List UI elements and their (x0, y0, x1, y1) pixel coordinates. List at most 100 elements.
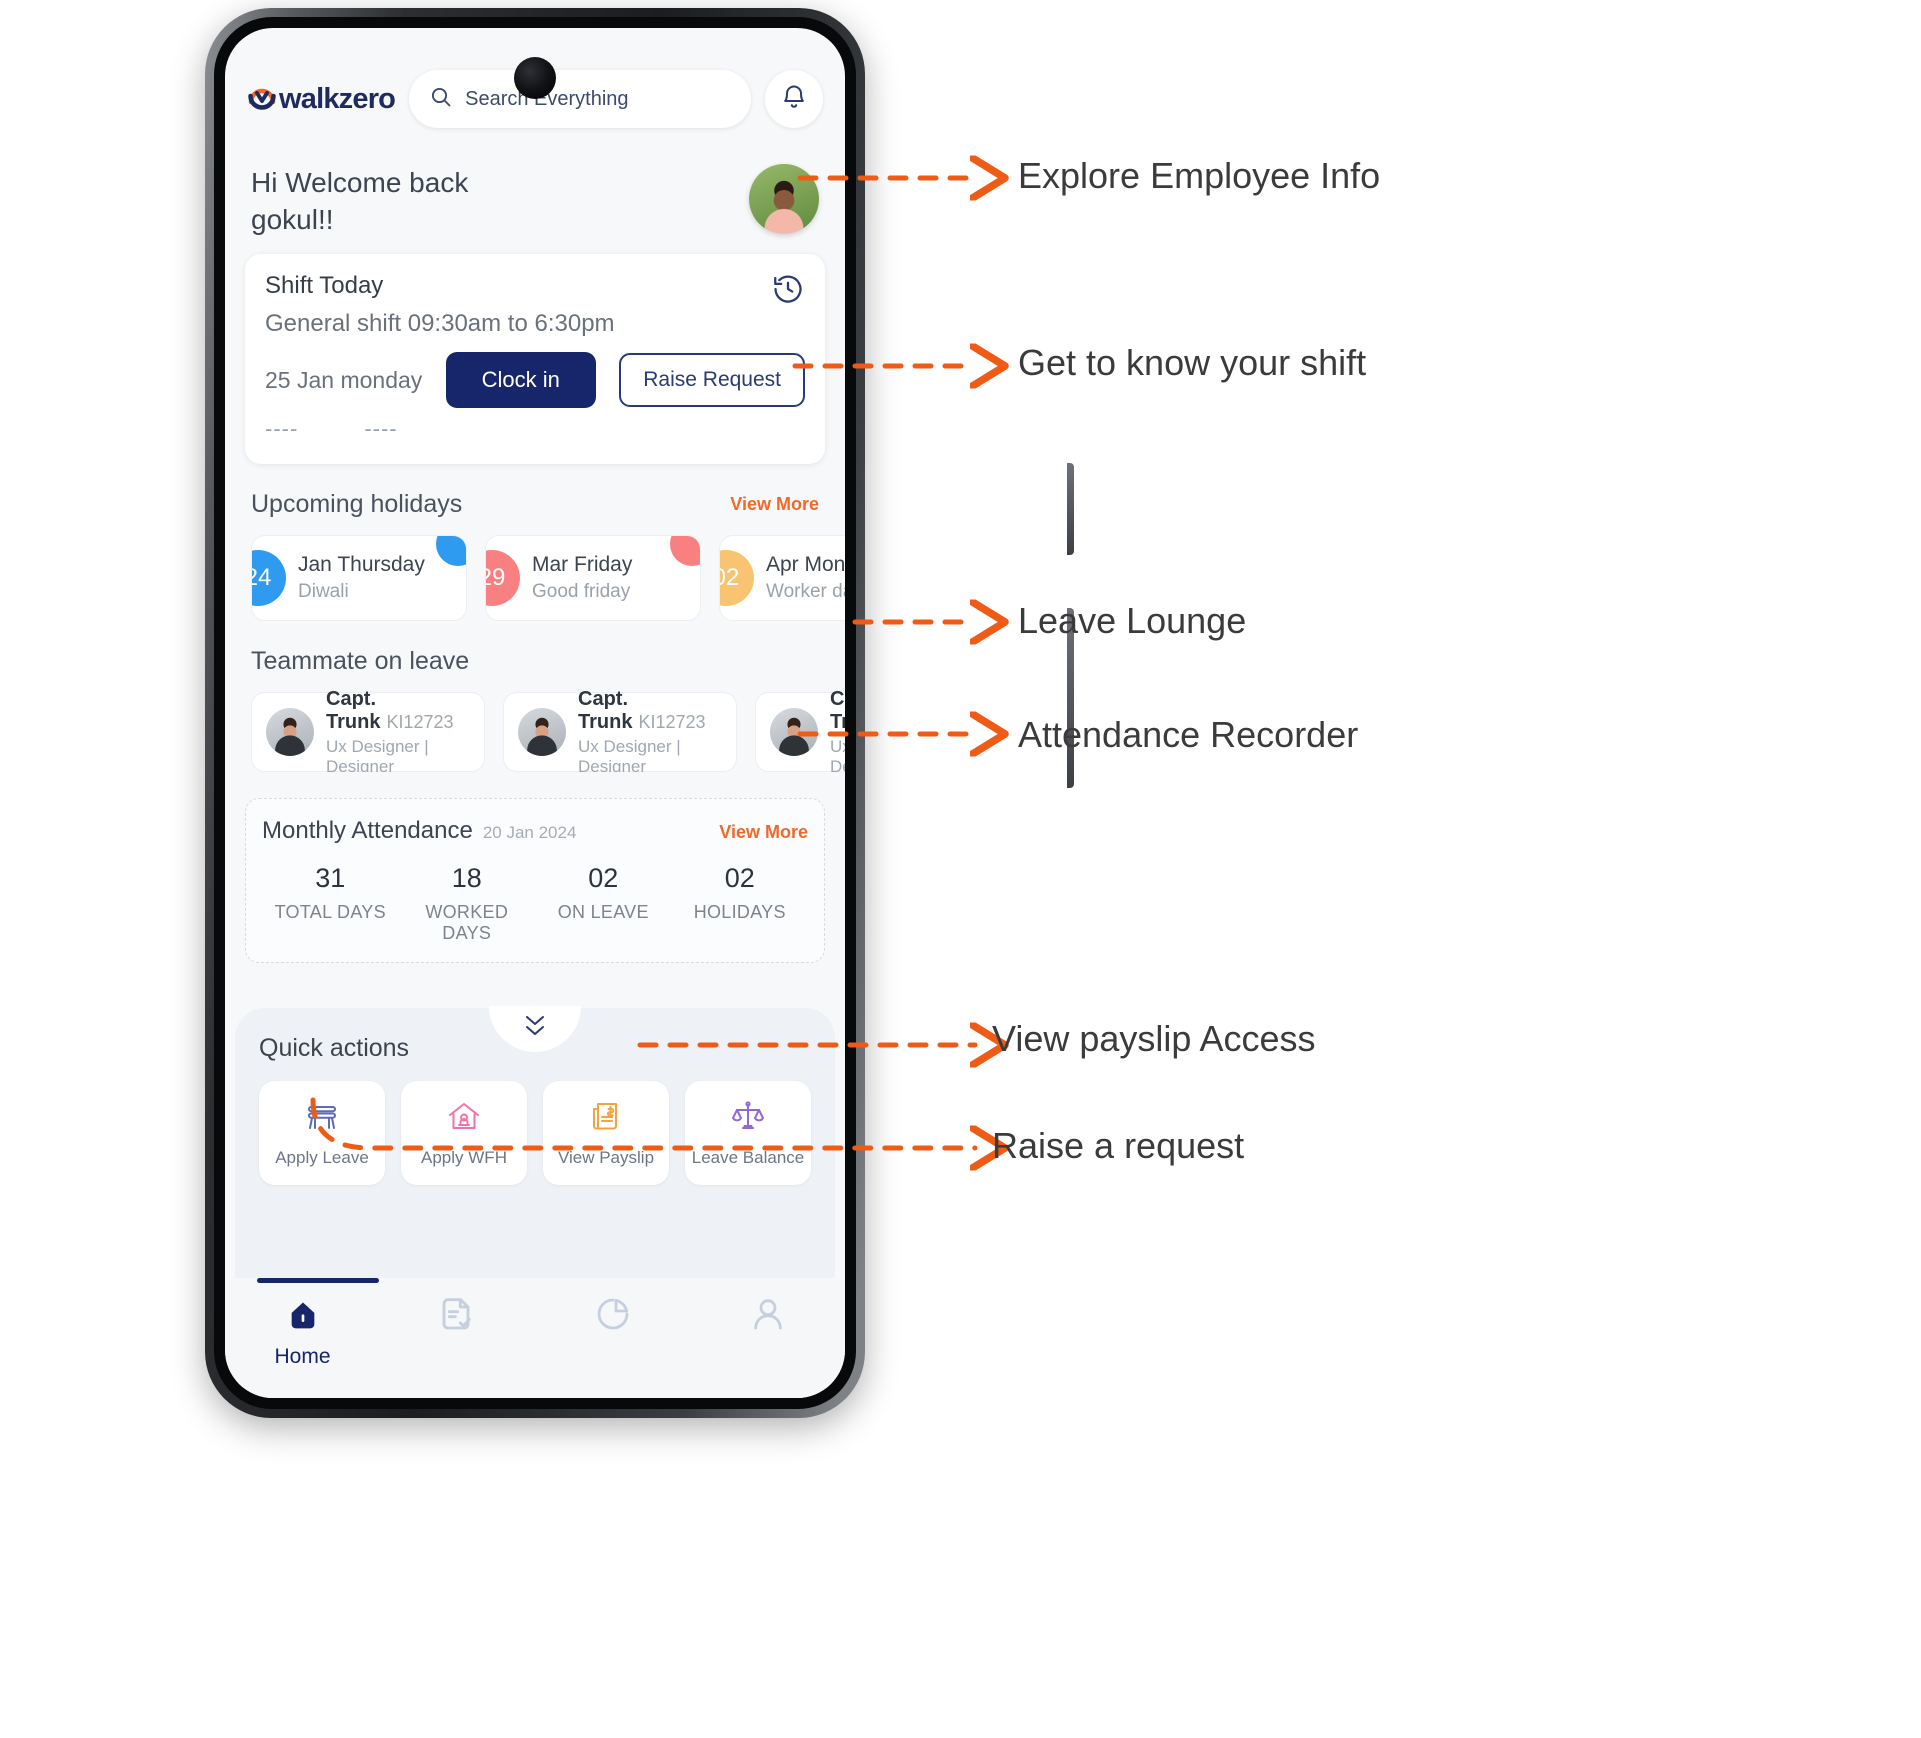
attendance-stat-label: ON LEAVE (557, 902, 649, 923)
holiday-day-number: 02 (720, 564, 740, 592)
device-side-button-volume[interactable] (1067, 463, 1074, 555)
payslip-icon (586, 1098, 626, 1139)
clock-in-button[interactable]: Clock in (445, 352, 596, 409)
holiday-date-label: Jan Thursday (298, 553, 425, 577)
quick-action-apply-wfh[interactable]: Apply WFH (401, 1081, 527, 1185)
holiday-day-badge: 02 (720, 550, 754, 607)
teammates-carousel[interactable]: Capt. Trunk KI12723 Ux Designer | Designe… (225, 676, 845, 773)
clock-in-time-placeholder: ---- (265, 416, 299, 442)
search-input[interactable]: Search Everything (409, 70, 751, 128)
nav-item-home[interactable]: Home (225, 1278, 380, 1369)
clock-out-time-placeholder: ---- (364, 416, 398, 442)
attendance-stat: 02 ON LEAVE (535, 863, 672, 944)
holiday-corner-dot (670, 536, 700, 567)
teammate-name: Capt. Trunk (830, 687, 845, 733)
quick-actions-grid: Apply Leave Apply WFH View Payslip Leave… (259, 1081, 811, 1185)
active-tab-indicator (257, 1278, 379, 1283)
attendance-title: Monthly Attendance (262, 817, 473, 845)
annotation-label-employee-info: Explore Employee Info (1018, 155, 1381, 196)
teammate-id: KI12723 (638, 711, 706, 732)
attendance-stat: 31 TOTAL DAYS (262, 863, 399, 944)
teammate-card[interactable]: Capt. TrunkKI12723 Ux Designer | Designe… (251, 688, 485, 773)
bench-icon (302, 1098, 342, 1139)
teammates-title: Teammate on leave (251, 647, 470, 676)
bell-icon (780, 83, 808, 116)
attendance-stats: 31 TOTAL DAYS 18 WORKED DAYS 02 ON LEAVE (262, 863, 808, 944)
device-side-button-power[interactable] (1067, 608, 1074, 788)
nav-item-label: Home (274, 1345, 331, 1368)
holiday-name: Diwali (298, 581, 349, 603)
holiday-day-badge: 29 (486, 550, 520, 607)
attendance-date: 20 Jan 2024 (482, 823, 577, 843)
teammates-section-header: Teammate on leave (225, 621, 845, 676)
teammate-avatar (770, 708, 818, 757)
front-camera-punchhole (514, 57, 556, 99)
nav-item-requests[interactable] (380, 1294, 535, 1345)
person-icon (748, 1294, 788, 1339)
scales-icon (728, 1098, 768, 1139)
teammate-avatar (518, 708, 566, 757)
shift-today-card: Shift Today General shift 09:30am to 6:3… (245, 254, 825, 465)
shift-date: 25 Jan monday (265, 366, 423, 393)
teammate-card[interactable]: Capt. TrunkKI12723 Ux Designer | Designe… (755, 688, 845, 773)
search-icon (429, 85, 453, 114)
phone-device: walkzero Search Everything Hi Welcome ba… (205, 8, 1074, 1418)
holiday-day-number: 29 (486, 564, 506, 592)
bottom-navigation: Home (225, 1278, 845, 1398)
greeting-line-1: Hi Welcome back (251, 167, 469, 198)
attendance-stat-label: WORKED DAYS (425, 902, 509, 944)
holiday-name: Good friday (532, 581, 631, 603)
teammate-id: KI12723 (386, 711, 454, 732)
attendance-stat-label: HOLIDAYS (693, 902, 786, 923)
greeting-text: Hi Welcome back gokul!! (251, 164, 468, 238)
quick-action-leave-balance[interactable]: Leave Balance (685, 1081, 811, 1185)
clock-history-icon[interactable] (771, 272, 805, 311)
attendance-stat-value: 02 (724, 863, 755, 894)
quick-action-label: Leave Balance (691, 1148, 805, 1167)
document-check-icon (438, 1294, 478, 1339)
teammate-role: Ux Designer | Designer (578, 736, 681, 773)
holidays-view-more-link[interactable]: View More (730, 494, 819, 515)
attendance-stat-value: 31 (315, 863, 346, 894)
holiday-card[interactable]: 24 Jan Thursday Diwali (251, 535, 467, 622)
holiday-date-label: Mar Friday (532, 553, 633, 577)
holiday-card[interactable]: 29 Mar Friday Good friday (485, 535, 701, 622)
holidays-title: Upcoming holidays (251, 490, 463, 519)
holiday-name: Worker day (766, 581, 845, 603)
nav-item-profile[interactable] (690, 1294, 845, 1345)
quick-action-apply-leave[interactable]: Apply Leave (259, 1081, 385, 1185)
teammate-card[interactable]: Capt. TrunkKI12723 Ux Designer | Designe… (503, 688, 737, 773)
shift-subtitle: General shift 09:30am to 6:30pm (265, 310, 615, 338)
attendance-stat-value: 18 (451, 863, 482, 894)
teammate-role: Ux Designer | Designer (830, 736, 845, 773)
chevron-double-down-icon (522, 1010, 548, 1049)
holidays-carousel[interactable]: 24 Jan Thursday Diwali 29 Mar F (225, 519, 845, 622)
greeting-row: Hi Welcome back gokul!! (225, 138, 845, 244)
quick-action-view-payslip[interactable]: View Payslip (543, 1081, 669, 1185)
holiday-day-badge: 24 (252, 550, 286, 607)
home-icon (283, 1294, 323, 1339)
annotation-label-leave-lounge: Leave Lounge (1018, 600, 1247, 641)
quick-action-label: Apply Leave (275, 1148, 369, 1167)
notifications-button[interactable] (765, 70, 823, 128)
screenshot-root: walkzero Search Everything Hi Welcome ba… (0, 0, 1921, 1738)
phone-screen: walkzero Search Everything Hi Welcome ba… (225, 28, 845, 1398)
annotation-label-payslip: View payslip Access (992, 1018, 1316, 1059)
holiday-day-number: 24 (252, 564, 272, 592)
monthly-attendance-card: Monthly Attendance 20 Jan 2024 View More … (245, 798, 825, 964)
annotation-label-raise-request: Raise a request (992, 1125, 1245, 1166)
holiday-corner-dot (436, 536, 466, 567)
teammate-name: Capt. Trunk (326, 687, 381, 733)
brand-logo[interactable]: walkzero (247, 83, 396, 116)
user-avatar[interactable] (749, 164, 819, 234)
attendance-stat-value: 02 (588, 863, 619, 894)
raise-request-button[interactable]: Raise Request (619, 353, 805, 408)
nav-item-reports[interactable] (535, 1294, 690, 1345)
attendance-stat-label: TOTAL DAYS (274, 902, 386, 923)
holiday-card[interactable]: 02 Apr Monday Worker day (719, 535, 845, 622)
attendance-stat: 18 WORKED DAYS (399, 863, 536, 944)
holidays-section-header: Upcoming holidays View More (225, 464, 845, 519)
attendance-view-more-link[interactable]: View More (719, 822, 808, 843)
holiday-date-label: Apr Monday (766, 553, 845, 577)
shift-actions-row: 25 Jan monday Clock in Raise Request (265, 352, 805, 409)
